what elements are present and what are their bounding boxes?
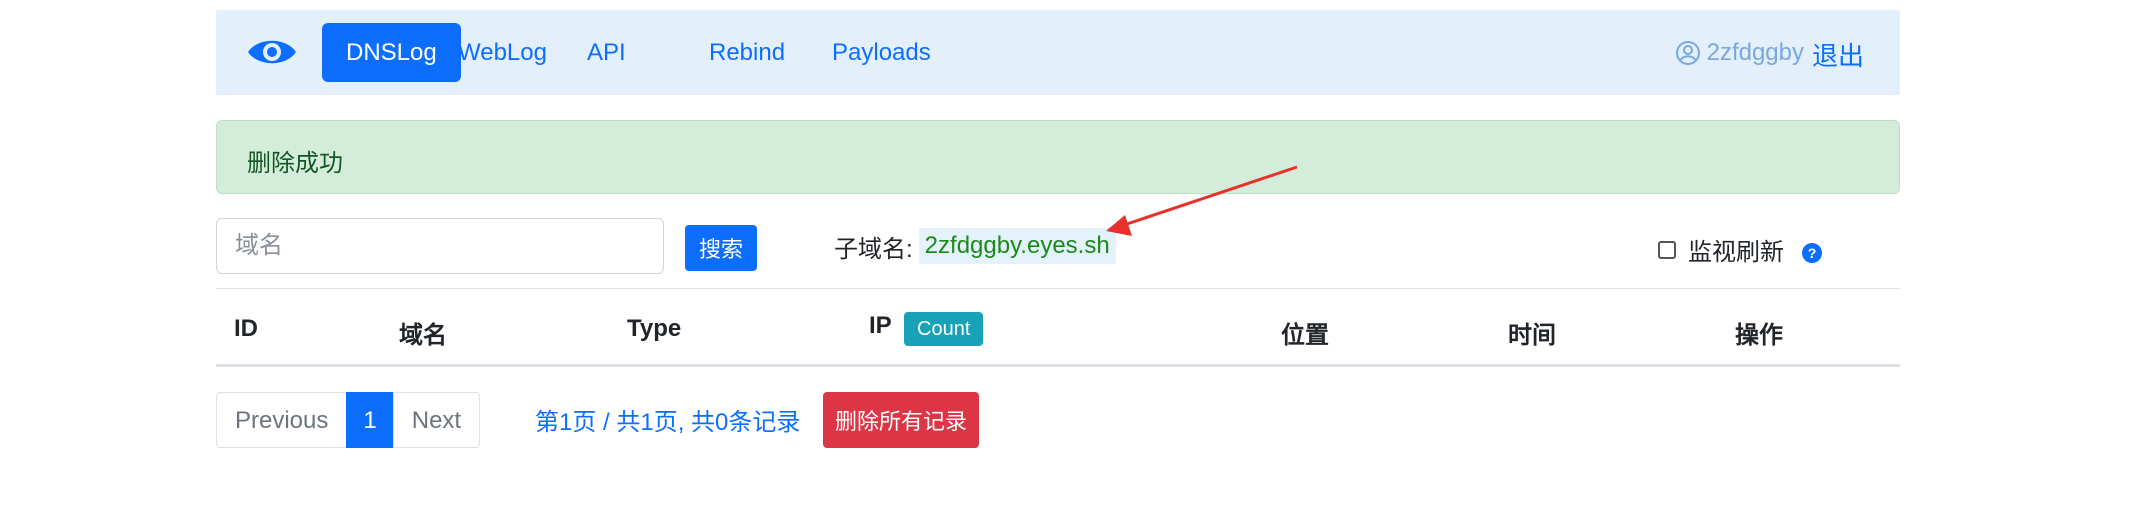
nav-dnslog[interactable]: DNSLog	[322, 23, 461, 82]
next-page-button[interactable]: Next	[392, 392, 481, 448]
subdomain-display: 子域名: 2zfdggby.eyes.sh	[834, 228, 1116, 264]
nav-rebind[interactable]: Rebind	[709, 23, 785, 82]
column-header-location: 位置	[1281, 322, 1329, 349]
monitor-refresh-checkbox[interactable]	[1658, 240, 1676, 259]
navbar: DNSLog WebLog API Rebind Payloads 2zfdgg…	[216, 10, 1900, 95]
page-info: 第1页 / 共1页, 共0条记录	[535, 409, 801, 436]
column-header-domain: 域名	[399, 322, 447, 349]
count-badge[interactable]: Count	[904, 312, 984, 346]
table-top-divider	[216, 288, 1900, 289]
username: 2zfdggby	[1706, 39, 1804, 66]
success-alert: 删除成功	[216, 120, 1900, 194]
column-header-actions: 操作	[1735, 322, 1783, 349]
previous-page-button[interactable]: Previous	[216, 392, 348, 448]
column-header-type: Type	[627, 315, 682, 342]
subdomain-value[interactable]: 2zfdggby.eyes.sh	[918, 228, 1116, 264]
monitor-refresh-label[interactable]: 监视刷新	[1688, 232, 1784, 267]
monitor-refresh: 监视刷新 ?	[1658, 232, 1822, 267]
column-header-time: 时间	[1508, 322, 1556, 349]
user-circle-icon	[1675, 41, 1700, 65]
pagination: Previous 1 Next	[216, 392, 481, 448]
table-header-divider	[216, 364, 1900, 367]
search-button[interactable]: 搜索	[685, 225, 758, 271]
page-1-button[interactable]: 1	[346, 392, 394, 448]
alert-message: 删除成功	[247, 150, 343, 177]
domain-search-input[interactable]	[216, 218, 664, 274]
nav-api[interactable]: API	[587, 23, 626, 82]
delete-all-records-button[interactable]: 删除所有记录	[823, 392, 980, 448]
eye-icon[interactable]	[246, 34, 298, 70]
subdomain-label: 子域名:	[834, 235, 913, 263]
column-header-id: ID	[234, 315, 258, 342]
user-menu[interactable]: 2zfdggby	[1675, 36, 1804, 70]
question-circle-icon[interactable]: ?	[1802, 242, 1822, 263]
column-header-ip: IP	[869, 312, 892, 339]
nav-weblog[interactable]: WebLog	[458, 23, 547, 82]
logout-link[interactable]: 退出	[1812, 36, 1864, 73]
nav-payloads[interactable]: Payloads	[832, 23, 931, 82]
